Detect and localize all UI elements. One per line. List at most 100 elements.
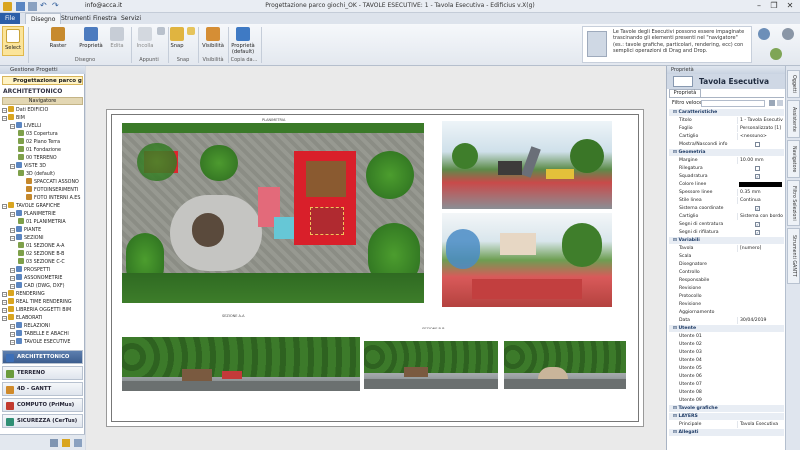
property-checkbox[interactable]: ✓ — [755, 174, 760, 179]
expand-toggle-icon[interactable]: − — [10, 212, 15, 217]
tree-item[interactable]: − ASSONOMETRIE — [10, 274, 62, 281]
tree-item[interactable]: − PIANTE — [10, 226, 41, 233]
property-row[interactable]: Margine 10.00 mm — [669, 157, 784, 164]
side-tab[interactable]: Strumenti GANTT — [787, 228, 800, 284]
more-icon[interactable] — [74, 439, 82, 447]
property-row[interactable]: Controllo — [669, 269, 784, 276]
tree-item[interactable]: 01 PLANIMETRIA — [18, 218, 66, 225]
property-row[interactable]: Spessore linee 0.35 mm — [669, 189, 784, 196]
property-category[interactable]: ⊟ LAYERS — [669, 413, 784, 420]
tree-item[interactable]: 01 Fondazione — [18, 146, 61, 153]
tree-item[interactable]: − ELABORATI — [2, 314, 42, 321]
tab-servizi[interactable]: Servizi — [116, 13, 146, 24]
property-row[interactable]: Foglio Personalizzato [1] — [669, 125, 784, 132]
tree-item[interactable]: − PLANIMETRIE — [10, 210, 56, 217]
side-tab[interactable]: Navigatore — [787, 140, 800, 178]
expand-toggle-icon[interactable]: − — [10, 268, 15, 273]
tree-item[interactable]: − PROSPETTI — [10, 266, 50, 273]
expand-toggle-icon[interactable]: − — [10, 124, 15, 129]
redo-icon[interactable]: ↷ — [52, 2, 61, 11]
property-row[interactable]: Revisione — [669, 285, 784, 292]
tree-item[interactable]: − REAL TIME RENDERING — [2, 298, 72, 305]
tree-item[interactable]: − TAVOLE ESECUTIVE — [10, 338, 70, 345]
property-row[interactable]: Utente 03 — [669, 349, 784, 356]
properties-button[interactable]: Proprietà — [76, 27, 106, 49]
property-row[interactable]: Utente 02 — [669, 341, 784, 348]
tree-item[interactable]: 00 TERRENO — [18, 154, 57, 161]
property-checkbox[interactable] — [755, 142, 760, 147]
property-row[interactable]: Disegnatore — [669, 261, 784, 268]
tree-item[interactable]: − RENDERING — [2, 290, 45, 297]
expand-toggle-icon[interactable]: − — [2, 116, 7, 121]
property-row[interactable]: Principale Tavola Esecutiva — [669, 421, 784, 428]
expand-toggle-icon[interactable]: − — [10, 276, 15, 281]
tree-item[interactable]: SPACCATI ASSONO — [26, 178, 79, 185]
drawing-canvas[interactable]: PLANIMETRIA SEZIONE A-A — [86, 66, 666, 450]
property-value[interactable]: Sistema con bordo — [737, 213, 783, 220]
tree-item[interactable]: − LIBRERIA OGGETTI BIM — [2, 306, 71, 313]
tree-item[interactable]: − VISTE 3D — [10, 162, 46, 169]
property-row[interactable]: Utente 06 — [669, 373, 784, 380]
filter-input[interactable] — [701, 100, 765, 107]
visibility-button[interactable]: Visibilità — [201, 27, 225, 49]
tree-item[interactable]: 02 Piano Terra — [18, 138, 60, 145]
property-row[interactable]: Utente 08 — [669, 389, 784, 396]
property-row[interactable]: Squadratura ✓ — [669, 173, 784, 180]
property-row[interactable]: Mostra/Nascondi info — [669, 141, 784, 148]
cut-button[interactable] — [156, 27, 166, 37]
property-value[interactable]: <nessuno> — [737, 133, 783, 140]
tree-item[interactable]: FOTO INTERNI A.ES — [26, 194, 80, 201]
property-value[interactable]: 1 - Tavola Esecutiva — [737, 117, 783, 124]
snap-grid-button[interactable] — [186, 27, 196, 37]
property-row[interactable]: Cartiglio Sistema con bordo — [669, 213, 784, 220]
paste-button[interactable]: Incolla — [134, 27, 156, 49]
print-icon[interactable] — [28, 2, 37, 11]
tab-file[interactable]: File — [0, 13, 21, 24]
tree-item[interactable]: − TABELLE E ABACHI — [10, 330, 69, 337]
property-row[interactable]: Utente 01 — [669, 333, 784, 340]
property-value[interactable]: Tavola Esecutiva — [737, 421, 783, 428]
execution-sheet[interactable]: PLANIMETRIA SEZIONE A-A — [106, 109, 644, 427]
minimize-button[interactable]: – — [752, 1, 766, 11]
edit-button[interactable]: Edita — [106, 27, 128, 49]
property-row[interactable]: Stile linea Continua — [669, 197, 784, 204]
property-value[interactable]: Personalizzato [1] — [737, 125, 783, 132]
module-button[interactable]: TERRENO — [2, 366, 83, 380]
update-icon[interactable] — [770, 48, 782, 60]
property-value[interactable]: Continua — [737, 197, 783, 204]
property-category[interactable]: ⊟ Variabili — [669, 237, 784, 244]
tree-item[interactable]: 03 Copertura — [18, 130, 58, 137]
section-b-view[interactable] — [364, 329, 498, 389]
sort-icon[interactable] — [777, 100, 783, 106]
property-row[interactable]: Segni di rifilatura ✓ — [669, 229, 784, 236]
tree-item[interactable]: − CAD (DWG, DXF) — [10, 282, 65, 289]
module-button[interactable]: 4D - GANTT — [2, 382, 83, 396]
property-row[interactable]: Utente 04 — [669, 357, 784, 364]
site-plan-view[interactable] — [122, 123, 424, 303]
settings-icon[interactable] — [50, 439, 58, 447]
tree-item[interactable]: 03 SEZIONE C-C — [18, 258, 65, 265]
select-button[interactable]: Select — [2, 26, 24, 56]
render-view-1[interactable] — [442, 121, 612, 209]
expand-toggle-icon[interactable]: − — [10, 340, 15, 345]
property-checkbox[interactable]: ✓ — [755, 230, 760, 235]
expand-toggle-icon[interactable]: − — [10, 164, 15, 169]
tree-item[interactable]: 02 SEZIONE B-B — [18, 250, 64, 257]
render-view-2[interactable] — [442, 213, 612, 307]
property-row[interactable]: Titolo 1 - Tavola Esecutiva — [669, 117, 784, 124]
property-checkbox[interactable]: ✓ — [755, 222, 760, 227]
expand-toggle-icon[interactable]: − — [10, 228, 15, 233]
tree-item[interactable]: − Dati EDIFICIO — [2, 106, 48, 113]
section-a-view[interactable] — [122, 321, 360, 391]
property-row[interactable]: Utente 09 — [669, 397, 784, 404]
save-icon[interactable] — [16, 2, 25, 11]
expand-toggle-icon[interactable]: − — [10, 236, 15, 241]
expand-toggle-icon[interactable]: − — [10, 284, 15, 289]
raster-button[interactable]: Raster — [44, 27, 72, 49]
user-account-label[interactable]: info@acca.it — [85, 2, 122, 9]
property-checkbox[interactable] — [755, 166, 760, 171]
tree-item[interactable]: − BIM — [2, 114, 25, 121]
property-value[interactable]: 30/04/2019 — [737, 317, 783, 324]
undo-icon[interactable]: ↶ — [40, 2, 49, 11]
side-tab[interactable]: Assistente — [787, 100, 800, 138]
